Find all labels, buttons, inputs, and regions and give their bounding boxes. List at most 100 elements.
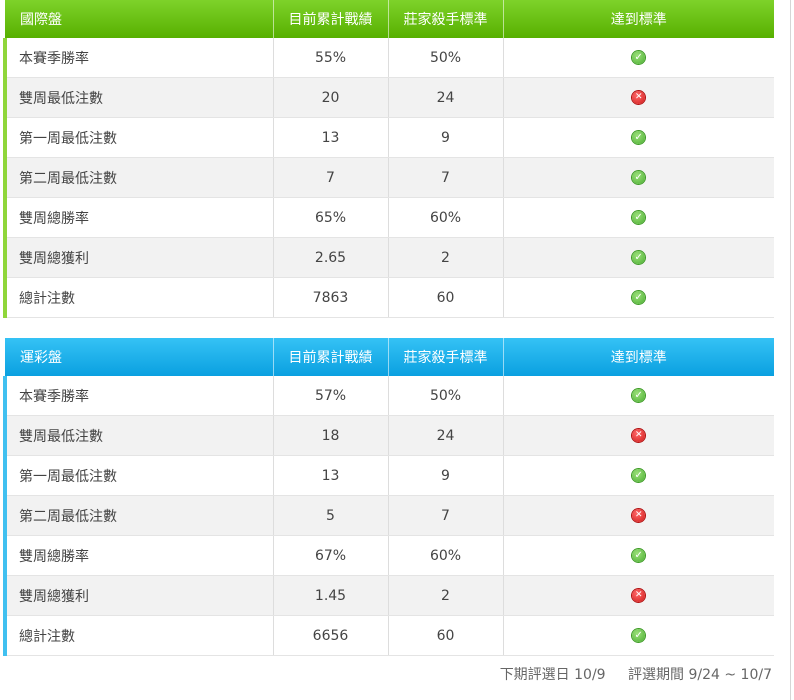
- row-label: 總計注數: [3, 277, 274, 318]
- table-row: 第二周最低注數 5 7 ✕: [3, 495, 774, 536]
- current-value: 7: [273, 157, 389, 198]
- col-current-header: 目前累計戰績: [273, 338, 389, 376]
- row-label: 第二周最低注數: [3, 495, 274, 536]
- x-circle-icon: ✕: [632, 91, 646, 104]
- table-row: 本賽季勝率 55% 50% ✓: [3, 38, 774, 78]
- met-status-cell: ✓: [503, 376, 774, 416]
- col-current-header: 目前累計戰績: [273, 0, 389, 38]
- page: 國際盤 目前累計戰績 莊家殺手標準 達到標準 本賽季勝率 55% 50% ✓ 雙周最低注…: [0, 0, 794, 700]
- check-circle-icon: ✓: [632, 629, 646, 642]
- intl-header-row: 國際盤 目前累計戰績 莊家殺手標準 達到標準: [5, 0, 774, 38]
- current-value: 57%: [273, 376, 389, 416]
- met-status-cell: ✕: [503, 415, 774, 456]
- intl-table-title: 國際盤: [5, 0, 274, 38]
- standard-value: 9: [388, 455, 504, 496]
- standard-value: 60: [388, 615, 504, 656]
- met-status-cell: ✓: [503, 38, 774, 78]
- col-standard-header: 莊家殺手標準: [388, 0, 504, 38]
- row-label: 本賽季勝率: [3, 38, 274, 78]
- lottery-table-body: 本賽季勝率 57% 50% ✓ 雙周最低注數 18 24 ✕ 第一周最低注數 13 9 ✓ 第二周最低注…: [3, 376, 774, 656]
- check-circle-icon: ✓: [632, 171, 646, 184]
- table-row: 雙周總獲利 2.65 2 ✓: [3, 237, 774, 278]
- check-circle-icon: ✓: [632, 469, 646, 482]
- row-label: 雙周最低注數: [3, 415, 274, 456]
- intl-table-body: 本賽季勝率 55% 50% ✓ 雙周最低注數 20 24 ✕ 第一周最低注數 13 9 ✓ 第二周最低注…: [3, 38, 774, 318]
- current-value: 6656: [273, 615, 389, 656]
- check-circle-icon: ✓: [632, 291, 646, 304]
- table-row: 總計注數 6656 60 ✓: [3, 615, 774, 656]
- current-value: 13: [273, 455, 389, 496]
- row-label: 雙周總勝率: [3, 535, 274, 576]
- next-selection-date: 下期評選日 10/9: [499, 667, 606, 683]
- met-status-cell: ✕: [503, 495, 774, 536]
- page-right-border: [790, 0, 791, 700]
- check-circle-icon: ✓: [632, 549, 646, 562]
- current-value: 55%: [273, 38, 389, 78]
- row-label: 雙周總勝率: [3, 197, 274, 238]
- standard-value: 60: [388, 277, 504, 318]
- row-label: 雙周總獲利: [3, 237, 274, 278]
- table-row: 雙周總勝率 65% 60% ✓: [3, 197, 774, 238]
- current-value: 65%: [273, 197, 389, 238]
- standard-value: 24: [388, 77, 504, 118]
- met-status-cell: ✓: [503, 157, 774, 198]
- x-circle-icon: ✕: [632, 429, 646, 442]
- table-row: 第一周最低注數 13 9 ✓: [3, 455, 774, 496]
- met-status-cell: ✓: [503, 615, 774, 656]
- row-label: 雙周總獲利: [3, 575, 274, 616]
- standard-value: 7: [388, 157, 504, 198]
- table-row: 雙周最低注數 20 24 ✕: [3, 77, 774, 118]
- standard-value: 9: [388, 117, 504, 158]
- standard-value: 2: [388, 237, 504, 278]
- lottery-table-title: 運彩盤: [5, 338, 274, 376]
- intl-table: 國際盤 目前累計戰績 莊家殺手標準 達到標準 本賽季勝率 55% 50% ✓ 雙周最低注…: [3, 0, 774, 318]
- current-value: 1.45: [273, 575, 389, 616]
- row-label: 總計注數: [3, 615, 274, 656]
- standard-value: 24: [388, 415, 504, 456]
- table-row: 本賽季勝率 57% 50% ✓: [3, 376, 774, 416]
- table-row: 第一周最低注數 13 9 ✓: [3, 117, 774, 158]
- col-met-header: 達到標準: [503, 338, 774, 376]
- current-value: 20: [273, 77, 389, 118]
- check-circle-icon: ✓: [632, 251, 646, 264]
- row-label: 第一周最低注數: [3, 117, 274, 158]
- current-value: 5: [273, 495, 389, 536]
- met-status-cell: ✓: [503, 455, 774, 496]
- row-label: 第二周最低注數: [3, 157, 274, 198]
- x-circle-icon: ✕: [632, 509, 646, 522]
- evaluation-footer: 下期評選日 10/9 評選期間 9/24 ~ 10/7: [500, 664, 772, 684]
- x-circle-icon: ✕: [632, 589, 646, 602]
- standard-value: 50%: [388, 38, 504, 78]
- standard-value: 50%: [388, 376, 504, 416]
- table-row: 雙周最低注數 18 24 ✕: [3, 415, 774, 456]
- row-label: 雙周最低注數: [3, 77, 274, 118]
- col-met-header: 達到標準: [503, 0, 774, 38]
- table-row: 第二周最低注數 7 7 ✓: [3, 157, 774, 198]
- met-status-cell: ✓: [503, 535, 774, 576]
- lottery-header-row: 運彩盤 目前累計戰績 莊家殺手標準 達到標準: [5, 338, 774, 376]
- check-circle-icon: ✓: [632, 131, 646, 144]
- check-circle-icon: ✓: [632, 51, 646, 64]
- col-standard-header: 莊家殺手標準: [388, 338, 504, 376]
- lottery-table: 運彩盤 目前累計戰績 莊家殺手標準 達到標準 本賽季勝率 57% 50% ✓ 雙周最低注…: [3, 338, 774, 656]
- check-circle-icon: ✓: [632, 389, 646, 402]
- table-row: 雙周總勝率 67% 60% ✓: [3, 535, 774, 576]
- met-status-cell: ✓: [503, 237, 774, 278]
- current-value: 2.65: [273, 237, 389, 278]
- evaluation-period: 評選期間 9/24 ~ 10/7: [628, 667, 772, 683]
- current-value: 7863: [273, 277, 389, 318]
- met-status-cell: ✕: [503, 575, 774, 616]
- table-row: 總計注數 7863 60 ✓: [3, 277, 774, 318]
- met-status-cell: ✓: [503, 117, 774, 158]
- standard-value: 2: [388, 575, 504, 616]
- current-value: 13: [273, 117, 389, 158]
- met-status-cell: ✓: [503, 197, 774, 238]
- row-label: 第一周最低注數: [3, 455, 274, 496]
- current-value: 18: [273, 415, 389, 456]
- standard-value: 7: [388, 495, 504, 536]
- met-status-cell: ✕: [503, 77, 774, 118]
- current-value: 67%: [273, 535, 389, 576]
- met-status-cell: ✓: [503, 277, 774, 318]
- row-label: 本賽季勝率: [3, 376, 274, 416]
- standard-value: 60%: [388, 197, 504, 238]
